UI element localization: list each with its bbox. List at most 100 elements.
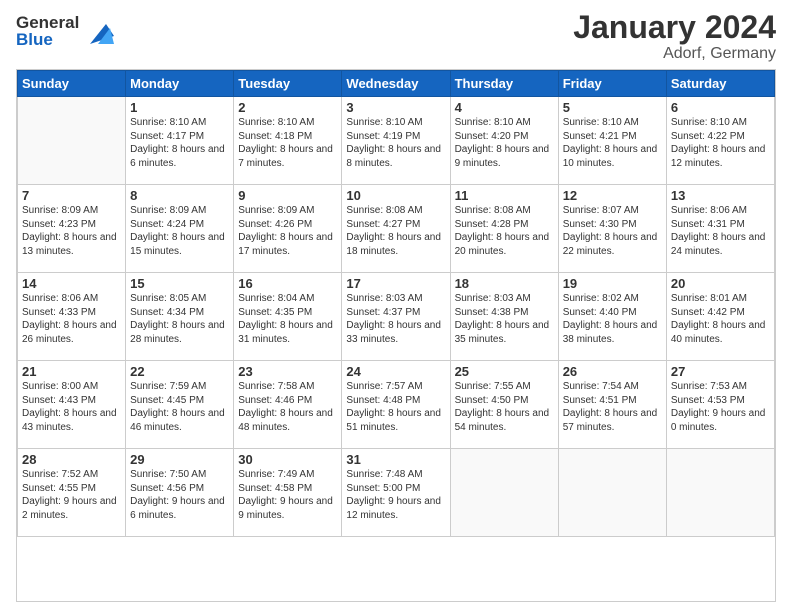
day-number: 15 [130,276,229,291]
calendar-cell: 20 Sunrise: 8:01 AMSunset: 4:42 PMDayligh… [666,273,774,361]
day-number: 9 [238,188,337,203]
cell-text: Sunrise: 7:55 AMSunset: 4:50 PMDaylight:… [455,381,550,433]
title-block: January 2024 Adorf, Germany [573,10,776,63]
calendar-cell [450,449,558,537]
day-number: 16 [238,276,337,291]
cell-text: Sunrise: 8:06 AMSunset: 4:33 PMDaylight:… [22,293,117,345]
cell-text: Sunrise: 8:04 AMSunset: 4:35 PMDaylight:… [238,293,333,345]
calendar-cell: 13 Sunrise: 8:06 AMSunset: 4:31 PMDayligh… [666,185,774,273]
calendar-cell [558,449,666,537]
cell-text: Sunrise: 8:10 AMSunset: 4:17 PMDaylight:… [130,117,225,169]
cell-text: Sunrise: 7:54 AMSunset: 4:51 PMDaylight:… [563,381,658,433]
calendar-week-row: 7 Sunrise: 8:09 AMSunset: 4:23 PMDaylight… [18,185,775,273]
day-number: 7 [22,188,121,203]
cell-text: Sunrise: 8:10 AMSunset: 4:22 PMDaylight:… [671,117,766,169]
weekday-header: Friday [558,71,666,97]
calendar-cell: 19Sunrise: 8:02 AMSunset: 4:40 PMDayligh… [558,273,666,361]
cell-text: Sunrise: 8:07 AMSunset: 4:30 PMDaylight:… [563,205,658,257]
calendar-cell: 29Sunrise: 7:50 AMSunset: 4:56 PMDayligh… [126,449,234,537]
weekday-header: Monday [126,71,234,97]
day-number: 12 [563,188,662,203]
weekday-header: Thursday [450,71,558,97]
cell-text: Sunrise: 7:48 AMSunset: 5:00 PMDaylight:… [346,469,441,521]
calendar-cell: 31 Sunrise: 7:48 AMSunset: 5:00 PMDayligh… [342,449,450,537]
day-number: 23 [238,364,337,379]
calendar-header: SundayMondayTuesdayWednesdayThursdayFrid… [18,71,775,97]
cell-text: Sunrise: 8:06 AMSunset: 4:31 PMDaylight:… [671,205,766,257]
calendar-cell: 22Sunrise: 7:59 AMSunset: 4:45 PMDayligh… [126,361,234,449]
calendar-cell: 8 Sunrise: 8:09 AMSunset: 4:24 PMDaylight… [126,185,234,273]
logo-text: General Blue [16,14,79,48]
cell-text: Sunrise: 8:10 AMSunset: 4:21 PMDaylight:… [563,117,658,169]
calendar-cell: 4 Sunrise: 8:10 AMSunset: 4:20 PMDaylight… [450,97,558,185]
location: Adorf, Germany [573,45,776,63]
calendar-cell [18,97,126,185]
cell-text: Sunrise: 8:10 AMSunset: 4:20 PMDaylight:… [455,117,550,169]
calendar-cell: 12 Sunrise: 8:07 AMSunset: 4:30 PMDayligh… [558,185,666,273]
cell-text: Sunrise: 7:52 AMSunset: 4:55 PMDaylight:… [22,469,117,521]
cell-text: Sunrise: 7:49 AMSunset: 4:58 PMDaylight:… [238,469,333,521]
day-number: 1 [130,100,229,115]
calendar-week-row: 28 Sunrise: 7:52 AMSunset: 4:55 PMDayligh… [18,449,775,537]
day-number: 4 [455,100,554,115]
calendar-cell: 7 Sunrise: 8:09 AMSunset: 4:23 PMDaylight… [18,185,126,273]
cell-text: Sunrise: 8:08 AMSunset: 4:27 PMDaylight:… [346,205,441,257]
calendar-cell: 27 Sunrise: 7:53 AMSunset: 4:53 PMDayligh… [666,361,774,449]
day-number: 10 [346,188,445,203]
day-number: 31 [346,452,445,467]
cell-text: Sunrise: 7:50 AMSunset: 4:56 PMDaylight:… [130,469,225,521]
logo-icon [82,16,114,48]
day-number: 28 [22,452,121,467]
weekday-header: Tuesday [234,71,342,97]
cell-text: Sunrise: 8:03 AMSunset: 4:37 PMDaylight:… [346,293,441,345]
cell-text: Sunrise: 8:09 AMSunset: 4:24 PMDaylight:… [130,205,225,257]
cell-text: Sunrise: 7:59 AMSunset: 4:45 PMDaylight:… [130,381,225,433]
calendar-cell [666,449,774,537]
calendar-cell: 25Sunrise: 7:55 AMSunset: 4:50 PMDayligh… [450,361,558,449]
day-number: 21 [22,364,121,379]
calendar-cell: 18Sunrise: 8:03 AMSunset: 4:38 PMDayligh… [450,273,558,361]
day-number: 27 [671,364,770,379]
month-title: January 2024 [573,10,776,45]
logo: General Blue [16,14,114,48]
calendar-cell: 14 Sunrise: 8:06 AMSunset: 4:33 PMDayligh… [18,273,126,361]
day-number: 8 [130,188,229,203]
day-number: 13 [671,188,770,203]
calendar: SundayMondayTuesdayWednesdayThursdayFrid… [16,69,776,602]
calendar-cell: 11Sunrise: 8:08 AMSunset: 4:28 PMDayligh… [450,185,558,273]
calendar-cell: 2Sunrise: 8:10 AMSunset: 4:18 PMDaylight… [234,97,342,185]
day-number: 14 [22,276,121,291]
cell-text: Sunrise: 8:08 AMSunset: 4:28 PMDaylight:… [455,205,550,257]
calendar-cell: 17Sunrise: 8:03 AMSunset: 4:37 PMDayligh… [342,273,450,361]
weekday-header: Wednesday [342,71,450,97]
calendar-cell: 26Sunrise: 7:54 AMSunset: 4:51 PMDayligh… [558,361,666,449]
page: General Blue January 2024 Adorf, Germany… [0,0,792,612]
day-number: 20 [671,276,770,291]
calendar-cell: 23 Sunrise: 7:58 AMSunset: 4:46 PMDayligh… [234,361,342,449]
cell-text: Sunrise: 8:09 AMSunset: 4:26 PMDaylight:… [238,205,333,257]
calendar-cell: 10 Sunrise: 8:08 AMSunset: 4:27 PMDayligh… [342,185,450,273]
calendar-cell: 21 Sunrise: 8:00 AMSunset: 4:43 PMDayligh… [18,361,126,449]
logo-blue: Blue [16,31,79,48]
weekday-header: Saturday [666,71,774,97]
day-number: 3 [346,100,445,115]
day-number: 30 [238,452,337,467]
cell-text: Sunrise: 8:03 AMSunset: 4:38 PMDaylight:… [455,293,550,345]
header: General Blue January 2024 Adorf, Germany [16,10,776,63]
cell-text: Sunrise: 8:10 AMSunset: 4:18 PMDaylight:… [238,117,333,169]
day-number: 5 [563,100,662,115]
calendar-cell: 5 Sunrise: 8:10 AMSunset: 4:21 PMDaylight… [558,97,666,185]
cell-text: Sunrise: 8:01 AMSunset: 4:42 PMDaylight:… [671,293,766,345]
cell-text: Sunrise: 7:58 AMSunset: 4:46 PMDaylight:… [238,381,333,433]
calendar-cell: 16 Sunrise: 8:04 AMSunset: 4:35 PMDayligh… [234,273,342,361]
cell-text: Sunrise: 8:09 AMSunset: 4:23 PMDaylight:… [22,205,117,257]
calendar-cell: 3Sunrise: 8:10 AMSunset: 4:19 PMDaylight… [342,97,450,185]
cell-text: Sunrise: 7:53 AMSunset: 4:53 PMDaylight:… [671,381,766,433]
logo-general: General [16,14,79,31]
day-number: 6 [671,100,770,115]
cell-text: Sunrise: 8:02 AMSunset: 4:40 PMDaylight:… [563,293,658,345]
calendar-cell: 9 Sunrise: 8:09 AMSunset: 4:26 PMDaylight… [234,185,342,273]
cell-text: Sunrise: 8:00 AMSunset: 4:43 PMDaylight:… [22,381,117,433]
calendar-week-row: 21 Sunrise: 8:00 AMSunset: 4:43 PMDayligh… [18,361,775,449]
cell-text: Sunrise: 8:05 AMSunset: 4:34 PMDaylight:… [130,293,225,345]
